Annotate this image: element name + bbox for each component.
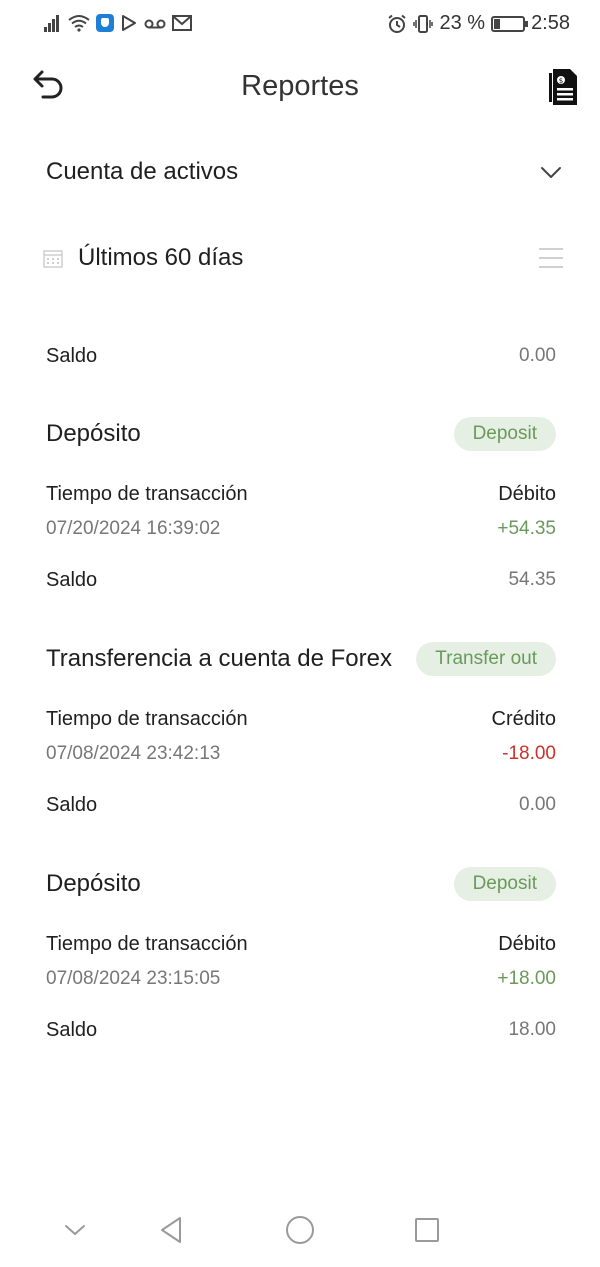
balance-label: Saldo <box>46 568 98 591</box>
balance-value: 0.00 <box>519 794 556 815</box>
opening-balance-row: Saldo 0.00 <box>46 340 556 372</box>
transaction-labels-row: Tiempo de transacción Débito <box>46 930 556 958</box>
transaction-time: 07/08/2024 23:42:13 <box>46 743 221 764</box>
transaction-labels-row: Tiempo de transacción Débito <box>46 480 556 508</box>
transaction-time: 07/08/2024 23:15:05 <box>46 968 221 989</box>
nav-collapse-chevron-icon[interactable] <box>59 1214 91 1246</box>
amount-label: Débito <box>498 932 556 955</box>
transaction-amount: +18.00 <box>497 968 556 989</box>
transaction-balance-row: Saldo 0.00 <box>46 791 556 819</box>
transaction-values-row: 07/08/2024 23:15:05 +18.00 <box>46 965 556 993</box>
balance-label: Saldo <box>46 1018 98 1041</box>
transaction-header: Depósito Deposit <box>46 864 556 904</box>
alarm-icon <box>388 14 407 33</box>
date-filter[interactable]: Últimos 60 días <box>42 236 564 280</box>
balance-label: Saldo <box>46 793 98 816</box>
app-header: Reportes $ <box>0 60 600 116</box>
time-label: Tiempo de transacción <box>46 932 248 955</box>
transaction-time: 07/20/2024 16:39:02 <box>46 518 221 539</box>
balance-label: Saldo <box>46 344 98 367</box>
amount-label: Débito <box>498 482 556 505</box>
battery-icon <box>491 15 529 32</box>
status-right: 23 % 2:58 <box>387 12 570 35</box>
transaction-title: Transferencia a cuenta de Forex <box>46 645 392 672</box>
gmail-icon <box>172 15 192 31</box>
transaction-amount: +54.35 <box>497 518 556 539</box>
transaction-balance-row: Saldo 18.00 <box>46 1016 556 1044</box>
transaction-title: Depósito <box>46 420 141 447</box>
filter-lines-icon[interactable] <box>538 246 564 270</box>
transaction-labels-row: Tiempo de transacción Crédito <box>46 705 556 733</box>
transaction-balance-row: Saldo 54.35 <box>46 566 556 594</box>
transaction-values-row: 07/08/2024 23:42:13 -18.00 <box>46 740 556 768</box>
battery-percent: 23 % <box>439 12 486 34</box>
status-bar: 23 % 2:58 <box>0 0 600 52</box>
balance-value: 54.35 <box>508 569 556 590</box>
account-selector[interactable]: Cuenta de activos <box>46 150 564 194</box>
status-left-icons <box>44 14 192 32</box>
svg-text:$: $ <box>559 77 563 85</box>
nav-back-icon[interactable] <box>156 1214 188 1246</box>
transaction-header: Transferencia a cuenta de Forex Transfer… <box>46 639 556 679</box>
transaction-header: Depósito Deposit <box>46 414 556 454</box>
balance-value: 18.00 <box>508 1019 556 1040</box>
chevron-down-icon[interactable] <box>538 159 564 185</box>
clock: 2:58 <box>531 12 570 34</box>
security-app-icon <box>96 14 114 32</box>
play-store-icon <box>122 15 136 31</box>
vibrate-icon <box>413 14 434 33</box>
transaction-type-badge: Deposit <box>453 417 556 451</box>
time-label: Tiempo de transacción <box>46 482 248 505</box>
time-label: Tiempo de transacción <box>46 707 248 730</box>
document-report-icon[interactable]: $ <box>546 68 578 106</box>
wifi-icon <box>68 15 90 32</box>
voicemail-icon <box>144 19 166 29</box>
signal-icon <box>44 14 62 32</box>
transaction-title: Depósito <box>46 870 141 897</box>
transaction-values-row: 07/20/2024 16:39:02 +54.35 <box>46 515 556 543</box>
amount-label: Crédito <box>491 707 556 730</box>
transaction-type-badge: Deposit <box>453 867 556 901</box>
system-nav-bar <box>0 1200 600 1260</box>
account-label: Cuenta de activos <box>46 158 239 185</box>
nav-recents-icon[interactable] <box>411 1214 443 1246</box>
transaction-amount: -18.00 <box>502 743 556 764</box>
calendar-icon <box>43 250 63 268</box>
date-range-label: Últimos 60 días <box>78 244 244 271</box>
balance-value: 0.00 <box>519 345 556 366</box>
page-title: Reportes <box>241 70 359 102</box>
nav-home-icon[interactable] <box>284 1214 316 1246</box>
transaction-type-badge: Transfer out <box>416 642 556 676</box>
